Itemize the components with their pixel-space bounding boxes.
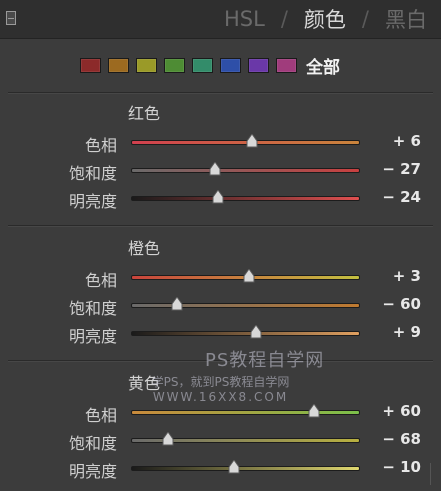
slider-label: 明亮度 xyxy=(68,327,117,346)
slider-row: 饱和度 − 27 xyxy=(0,158,441,184)
slider-track[interactable] xyxy=(131,325,360,339)
color-panel: HSL / 颜色 / 黑白 全部 红色 色相 + 6 饱和度 − 27 明亮度 − 24 橙色… xyxy=(0,0,441,491)
tab-bw[interactable]: 黑白 xyxy=(381,4,431,34)
watermark-title: PS教程自学网 xyxy=(205,350,325,371)
slider-thumb[interactable] xyxy=(243,269,255,283)
section-title: 橙色 xyxy=(128,239,161,258)
slider-value[interactable]: − 24 xyxy=(382,188,421,206)
slider-value[interactable]: − 68 xyxy=(382,430,421,448)
slider-track[interactable] xyxy=(131,134,360,148)
slider-thumb[interactable] xyxy=(162,432,174,446)
slider-value[interactable]: + 6 xyxy=(393,132,421,150)
color-swatch[interactable] xyxy=(108,57,129,73)
slider-value[interactable]: − 10 xyxy=(382,458,421,476)
divider xyxy=(8,92,433,93)
slider-label: 饱和度 xyxy=(68,164,117,183)
slider-row: 明亮度 + 9 xyxy=(0,321,441,347)
slider-row: 饱和度 − 60 xyxy=(0,293,441,319)
slider-thumb[interactable] xyxy=(228,460,240,474)
color-swatch[interactable] xyxy=(276,57,297,73)
slider-track[interactable] xyxy=(131,404,360,418)
slider-row: 明亮度 − 24 xyxy=(0,186,441,212)
slider-track[interactable] xyxy=(131,432,360,446)
slider-label: 饱和度 xyxy=(68,299,117,318)
slider-track[interactable] xyxy=(131,190,360,204)
slider-value[interactable]: + 60 xyxy=(382,402,421,420)
color-swatch[interactable] xyxy=(248,57,269,73)
tab-separator: / xyxy=(361,7,369,31)
slider-row: 色相 + 60 xyxy=(0,400,441,426)
slider-label: 色相 xyxy=(84,136,117,155)
slider-label: 饱和度 xyxy=(68,434,117,453)
slider-label: 明亮度 xyxy=(68,462,117,481)
panel-edge-handle xyxy=(430,463,437,485)
slider-track[interactable] xyxy=(131,162,360,176)
color-swatch[interactable] xyxy=(220,57,241,73)
divider xyxy=(8,225,433,226)
slider-track[interactable] xyxy=(131,297,360,311)
tab-separator: / xyxy=(280,7,288,31)
color-swatch[interactable] xyxy=(136,57,157,73)
slider-label: 色相 xyxy=(84,406,117,425)
slider-value[interactable]: + 3 xyxy=(393,267,421,285)
color-swatch[interactable] xyxy=(192,57,213,73)
section-title: 红色 xyxy=(128,104,161,123)
divider xyxy=(8,360,433,361)
color-swatch-row: 全部 xyxy=(80,53,340,78)
slider-track[interactable] xyxy=(131,460,360,474)
slider-row: 色相 + 3 xyxy=(0,265,441,291)
slider-thumb[interactable] xyxy=(246,134,258,148)
slider-thumb[interactable] xyxy=(209,162,221,176)
section-title: 黄色 xyxy=(128,374,161,393)
slider-thumb[interactable] xyxy=(212,190,224,204)
color-swatch[interactable] xyxy=(80,57,101,73)
slider-thumb[interactable] xyxy=(171,297,183,311)
all-colors-button[interactable]: 全部 xyxy=(306,53,340,78)
slider-row: 色相 + 6 xyxy=(0,130,441,156)
watermark-slogan: 学PS，就到PS教程自学网 xyxy=(151,375,290,389)
slider-value[interactable]: − 27 xyxy=(382,160,421,178)
slider-label: 色相 xyxy=(84,271,117,290)
color-swatch[interactable] xyxy=(164,57,185,73)
collapse-icon[interactable] xyxy=(6,11,16,25)
slider-label: 明亮度 xyxy=(68,192,117,211)
mode-tabs: HSL / 颜色 / 黑白 xyxy=(220,4,431,34)
slider-value[interactable]: + 9 xyxy=(393,323,421,341)
slider-row: 饱和度 − 68 xyxy=(0,428,441,454)
slider-track[interactable] xyxy=(131,269,360,283)
tab-color[interactable]: 颜色 xyxy=(300,4,350,34)
slider-thumb[interactable] xyxy=(308,404,320,418)
slider-value[interactable]: − 60 xyxy=(382,295,421,313)
slider-row: 明亮度 − 10 xyxy=(0,456,441,482)
panel-header: HSL / 颜色 / 黑白 xyxy=(0,0,441,39)
tab-hsl[interactable]: HSL xyxy=(220,7,269,31)
slider-thumb[interactable] xyxy=(250,325,262,339)
